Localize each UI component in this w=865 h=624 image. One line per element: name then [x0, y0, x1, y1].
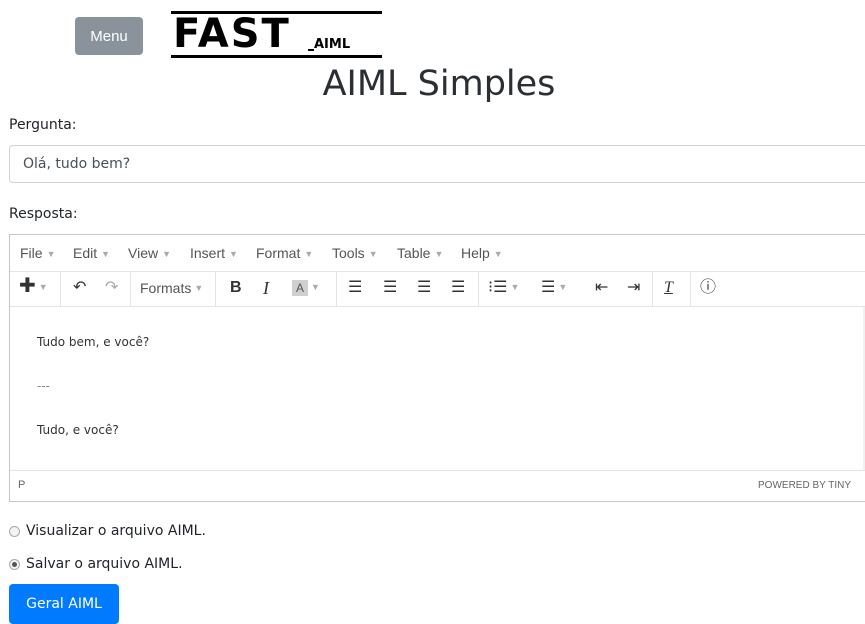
align-left-button[interactable]: ☰ [348, 279, 362, 297]
toolbar-divider [130, 271, 131, 306]
outdent-button[interactable]: ⇤ [595, 279, 608, 297]
editor-toolbar: ✚ ▼ ↶ ↷ Formats ▼ B I A ▼ ☰ ☰ ☰ ☰ ⁝☰ ▼ ☰ ▼ ⇤ … [10, 271, 865, 307]
background-color-button[interactable]: A ▼ [292, 279, 320, 298]
toolbar-divider [478, 271, 479, 306]
undo-icon: ↶ [73, 279, 87, 296]
indent-icon: ⇥ [627, 279, 641, 296]
help-button[interactable]: ⓘ [700, 279, 716, 297]
generate-aiml-button[interactable]: Geral AIML [9, 584, 119, 624]
logo-suffix: AIML [307, 37, 351, 52]
powered-by-link[interactable]: POWERED BY TINY [758, 480, 851, 491]
indent-button[interactable]: ⇥ [627, 279, 640, 297]
logo-bottom-bar [171, 55, 382, 58]
chevron-down-icon: ▼ [493, 249, 503, 259]
editor-content[interactable]: Tudo bem, e você? --- Tudo, e você? ▲ ▼ [10, 307, 865, 471]
rich-text-editor: File ▼ Edit ▼ View ▼ Insert ▼ Format ▼ Tools ▼… [9, 234, 865, 502]
toolbar-divider [336, 271, 337, 306]
content-line: --- [37, 379, 50, 393]
align-center-icon: ☰ [383, 279, 398, 296]
numbered-list-icon: ☰ [541, 279, 556, 296]
chevron-down-icon: ▼ [434, 249, 444, 259]
align-justify-icon: ☰ [451, 279, 466, 296]
content-line: Tudo, e você? [37, 423, 119, 437]
save-radio[interactable] [9, 558, 20, 570]
menu-tools[interactable]: Tools ▼ [332, 245, 378, 261]
insert-plus-button[interactable]: ✚ ▼ [19, 275, 48, 298]
page-title: AIML Simples [322, 64, 556, 104]
chevron-down-icon: ▼ [229, 249, 238, 259]
logo-text: FAST [173, 11, 291, 57]
align-center-button[interactable]: ☰ [383, 279, 397, 297]
chevron-down-icon: ▼ [194, 283, 204, 293]
menu-file-label: File [20, 245, 43, 261]
menu-edit[interactable]: Edit ▼ [73, 245, 110, 261]
menu-button[interactable]: Menu [75, 17, 143, 55]
bold-button[interactable]: B [230, 279, 242, 297]
chevron-down-icon: ▼ [162, 249, 172, 259]
menu-file[interactable]: File ▼ [20, 245, 55, 261]
chevron-down-icon: ▼ [46, 249, 56, 259]
formats-label: Formats [140, 280, 192, 296]
save-option[interactable]: Salvar o arquivo AIML. [9, 556, 183, 572]
save-option-label: Salvar o arquivo AIML. [26, 556, 183, 572]
toolbar-divider [215, 271, 216, 306]
chevron-down-icon: ▼ [558, 282, 568, 292]
undo-button[interactable]: ↶ [73, 279, 86, 297]
chevron-down-icon: ▼ [304, 249, 314, 259]
align-right-button[interactable]: ☰ [417, 279, 431, 297]
chevron-down-icon: ▼ [311, 282, 320, 292]
menu-view-label: View [128, 245, 159, 261]
menu-insert[interactable]: Insert ▼ [190, 245, 238, 261]
editor-menubar: File ▼ Edit ▼ View ▼ Insert ▼ Format ▼ Tools ▼… [10, 235, 865, 272]
menu-format-label: Format [256, 245, 301, 261]
chevron-down-icon: ▼ [38, 282, 48, 292]
numbered-list-button[interactable]: ☰ ▼ [541, 279, 567, 298]
bullet-list-icon: ⁝☰ [488, 279, 508, 296]
italic-button[interactable]: I [263, 279, 269, 297]
bold-icon: B [230, 279, 242, 296]
outdent-icon: ⇤ [595, 279, 609, 296]
chevron-down-icon: ▼ [368, 249, 378, 259]
align-justify-button[interactable]: ☰ [451, 279, 465, 297]
content-line: Tudo bem, e você? [37, 335, 150, 349]
align-left-icon: ☰ [348, 279, 363, 296]
menu-table-label: Table [397, 245, 431, 261]
view-option[interactable]: Visualizar o arquivo AIML. [9, 523, 206, 539]
toolbar-divider [652, 271, 653, 306]
menu-help[interactable]: Help ▼ [461, 245, 503, 261]
editor-statusbar: P POWERED BY TINY [10, 470, 865, 501]
bullet-list-button[interactable]: ⁝☰ ▼ [488, 279, 519, 298]
toolbar-divider [690, 271, 691, 306]
question-label: Pergunta: [9, 117, 77, 133]
highlight-color-icon: A [292, 280, 308, 296]
clear-formatting-button[interactable]: T [664, 279, 673, 297]
menu-insert-label: Insert [190, 245, 226, 261]
menu-tools-label: Tools [332, 245, 365, 261]
formats-dropdown[interactable]: Formats ▼ [140, 279, 203, 299]
answer-label: Resposta: [9, 206, 78, 222]
element-path[interactable]: P [18, 479, 25, 491]
chevron-down-icon: ▼ [101, 249, 111, 259]
plus-icon: ✚ [19, 275, 36, 297]
menu-edit-label: Edit [73, 245, 98, 261]
view-radio[interactable] [9, 525, 20, 537]
menu-view[interactable]: View ▼ [128, 245, 171, 261]
redo-icon: ↷ [105, 279, 119, 296]
menu-table[interactable]: Table ▼ [397, 245, 443, 261]
menu-help-label: Help [461, 245, 490, 261]
chevron-down-icon: ▼ [510, 282, 520, 292]
redo-button[interactable]: ↷ [105, 279, 118, 297]
italic-icon: I [263, 278, 269, 298]
question-input[interactable] [9, 145, 865, 183]
toolbar-divider [60, 271, 61, 306]
align-right-icon: ☰ [417, 279, 432, 296]
logo: FAST AIML [171, 11, 384, 59]
menu-format[interactable]: Format ▼ [256, 245, 313, 261]
view-option-label: Visualizar o arquivo AIML. [26, 523, 206, 539]
help-icon: ⓘ [700, 279, 717, 296]
clear-formatting-icon: T [664, 279, 673, 296]
